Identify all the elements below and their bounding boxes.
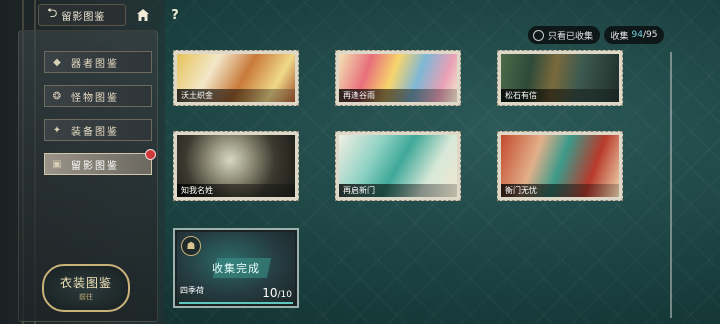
- set-count-current: 10: [262, 286, 278, 300]
- notification-badge: [145, 149, 156, 160]
- nav-item-monsters[interactable]: ❂ 怪物图鉴: [44, 85, 152, 107]
- set-name: 四季荷: [180, 286, 204, 295]
- nav-item-photos[interactable]: ▣ 留影图鉴: [44, 149, 156, 175]
- scrollbar[interactable]: [670, 52, 672, 318]
- photo-card[interactable]: 松石有信: [497, 50, 623, 106]
- card-title: 衡门无忧: [501, 184, 619, 197]
- completed-set-card[interactable]: ☗ 收集完成 四季荷 10/10: [173, 228, 299, 308]
- collection-label: 收集: [610, 31, 629, 42]
- nav-item-label: 留影图鉴: [71, 160, 119, 172]
- help-button[interactable]: ?: [166, 5, 184, 25]
- card-art: 衡门无忧: [501, 135, 619, 197]
- card-title: 沃土织金: [177, 89, 295, 102]
- nav-item-artifacts[interactable]: ◆ 器者图鉴: [44, 51, 152, 73]
- photo-card[interactable]: 知我名姓: [173, 131, 299, 201]
- diamond-icon: ◆: [53, 56, 61, 68]
- set-count-total: /10: [277, 290, 292, 300]
- nav-item-label: 器者图鉴: [71, 58, 119, 70]
- costume-gallery-sub: 前往: [79, 293, 93, 301]
- nav-item-equipment[interactable]: ✦ 装备图鉴: [44, 119, 152, 141]
- return-arrow-icon: ⮌: [47, 6, 58, 21]
- monster-icon: ❂: [52, 90, 62, 102]
- checkbox-circle-icon: [533, 29, 544, 41]
- nav-item-label: 装备图鉴: [71, 126, 119, 138]
- card-art: 再启新门: [339, 135, 457, 197]
- set-count: 10/10: [262, 286, 292, 300]
- card-title: 再启新门: [339, 184, 457, 197]
- card-title: 松石有信: [501, 89, 619, 102]
- filter-label: 只看已收集: [548, 31, 594, 42]
- home-icon: [137, 9, 149, 21]
- collection-counter: 收集 94/95: [604, 26, 664, 44]
- costume-gallery-title: 衣装图鉴: [59, 276, 112, 290]
- photo-card[interactable]: 再启新门: [335, 131, 461, 201]
- photo-card[interactable]: 沃土织金: [173, 50, 299, 106]
- back-button-label: 留影图鉴: [61, 11, 106, 23]
- collection-total: /95: [642, 30, 658, 40]
- card-art: 知我名姓: [177, 135, 295, 197]
- card-title: 知我名姓: [177, 184, 295, 197]
- set-progress-bar: [179, 302, 293, 304]
- photo-icon: ▣: [52, 158, 62, 170]
- card-art: 松石有信: [501, 54, 619, 102]
- collection-current: 94: [631, 30, 643, 40]
- equipment-icon: ✦: [52, 124, 62, 136]
- card-title: 再逢谷雨: [339, 89, 457, 102]
- costume-gallery-button[interactable]: 衣装图鉴 前往: [42, 264, 130, 312]
- card-art: 沃土织金: [177, 54, 295, 102]
- collected-only-toggle[interactable]: 只看已收集: [528, 26, 600, 44]
- gift-icon[interactable]: ☗: [181, 236, 201, 256]
- home-button[interactable]: [133, 5, 153, 25]
- back-button[interactable]: ⮌ 留影图鉴: [38, 4, 126, 26]
- completion-status: 收集完成: [212, 262, 260, 275]
- photo-card[interactable]: 衡门无忧: [497, 131, 623, 201]
- set-progress-fill: [179, 302, 293, 304]
- card-art: 再逢谷雨: [339, 54, 457, 102]
- photo-card[interactable]: 再逢谷雨: [335, 50, 461, 106]
- nav-item-label: 怪物图鉴: [71, 92, 119, 104]
